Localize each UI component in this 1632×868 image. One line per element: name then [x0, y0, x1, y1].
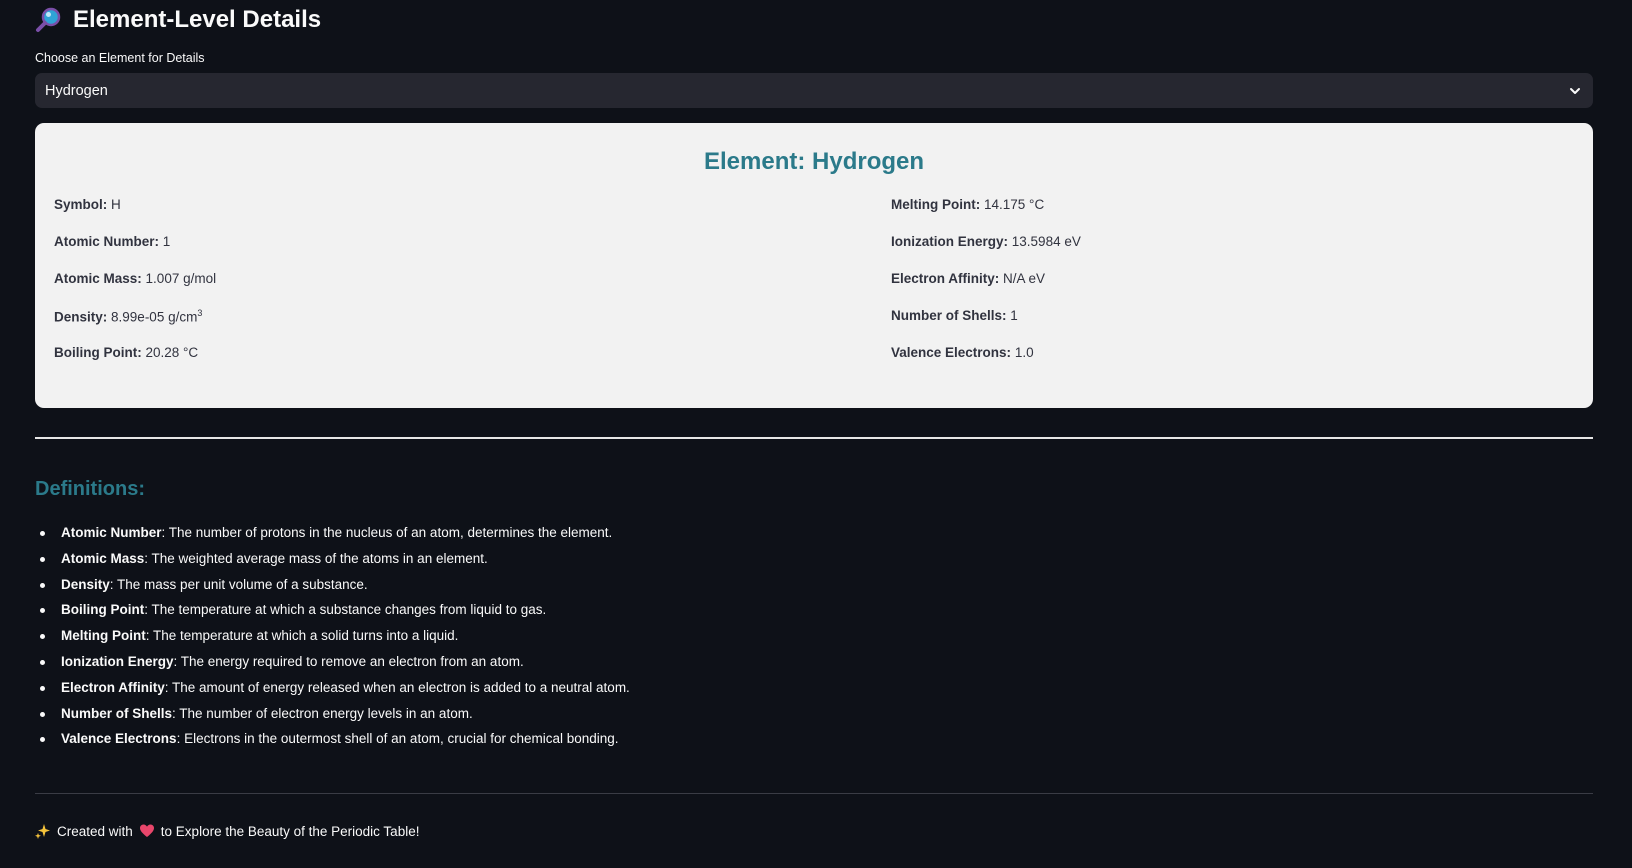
footer-text-before: Created with	[57, 823, 133, 839]
magnifying-glass-icon	[36, 7, 61, 32]
bullet-icon	[40, 531, 45, 536]
definition-text: : The amount of energy released when an …	[164, 679, 630, 695]
prop-key: Ionization Energy:	[891, 234, 1009, 249]
footer: Created with to Explore the Beauty of th…	[35, 823, 419, 839]
list-item: Density: The mass per unit volume of a s…	[35, 572, 630, 598]
bullet-icon	[40, 737, 45, 743]
prop-key: Boiling Point:	[54, 345, 142, 360]
list-item: Melting Point: The temperature at which …	[35, 623, 630, 649]
prop-value: 20.28 °C	[145, 345, 199, 360]
prop-value: 14.175 °C	[984, 197, 1045, 212]
prop-electron-affinity: Electron Affinity: N/A eV	[891, 271, 1045, 286]
section-divider	[35, 437, 1593, 439]
definition-term: Atomic Mass	[61, 550, 145, 566]
prop-key: Valence Electrons:	[891, 345, 1012, 360]
definition-term: Density	[61, 576, 110, 592]
list-item: Number of Shells: The number of electron…	[35, 701, 630, 727]
prop-value: 1.0	[1014, 345, 1034, 360]
prop-value: 13.5984 eV	[1011, 234, 1081, 249]
prop-melting-point: Melting Point: 14.175 °C	[891, 197, 1044, 212]
footer-text-after: to Explore the Beauty of the Periodic Ta…	[160, 823, 420, 839]
definition-text: : Electrons in the outermost shell of an…	[176, 731, 619, 747]
prop-atomic-number: Atomic Number: 1	[54, 234, 170, 249]
definition-term: Boiling Point	[61, 602, 145, 618]
prop-key: Melting Point:	[891, 197, 981, 212]
heart-icon	[139, 824, 154, 837]
prop-value: 1.007 g/mol	[145, 271, 217, 286]
definitions-list: Atomic Number: The number of protons in …	[35, 520, 630, 752]
element-card-title: Element: Hydrogen	[703, 148, 925, 175]
element-details-card: Element: Hydrogen Symbol: H Atomic Numbe…	[35, 123, 1593, 408]
definition-text: : The energy required to remove an elect…	[173, 653, 524, 669]
definition-term: Number of Shells	[61, 705, 173, 721]
prop-key: Atomic Number:	[54, 234, 160, 249]
prop-density: Density: 8.99e-05 g/cm3	[54, 308, 202, 325]
page-header: Element-Level Details	[35, 4, 321, 36]
sparkles-icon	[35, 824, 50, 839]
definition-term: Ionization Energy	[61, 653, 174, 669]
list-item: Valence Electrons: Electrons in the oute…	[35, 726, 630, 752]
prop-value: 8.99e-05 g/cm	[111, 309, 198, 325]
prop-key: Atomic Mass:	[54, 271, 142, 286]
prop-symbol: Symbol: H	[54, 197, 121, 212]
bullet-icon	[40, 608, 45, 614]
prop-key: Number of Shells:	[891, 308, 1007, 323]
footer-divider	[35, 793, 1593, 794]
prop-key: Density:	[54, 309, 108, 325]
prop-key: Symbol:	[54, 197, 108, 212]
definition-text: : The mass per unit volume of a substanc…	[109, 576, 368, 592]
prop-ionization-energy: Ionization Energy: 13.5984 eV	[891, 234, 1081, 249]
element-select-label: Choose an Element for Details	[35, 51, 205, 65]
list-item: Atomic Number: The number of protons in …	[35, 520, 630, 546]
definition-text: : The temperature at which a solid turns…	[145, 628, 459, 644]
definition-term: Atomic Number	[61, 525, 162, 540]
definition-text: : The temperature at which a substance c…	[144, 602, 547, 618]
list-item: Ionization Energy: The energy required t…	[35, 649, 630, 675]
bullet-icon	[40, 659, 45, 665]
prop-value: 1	[162, 234, 171, 249]
prop-atomic-mass: Atomic Mass: 1.007 g/mol	[54, 271, 216, 286]
prop-valence-electrons: Valence Electrons: 1.0	[891, 345, 1034, 360]
prop-value: 1	[1010, 308, 1018, 323]
prop-boiling-point: Boiling Point: 20.28 °C	[54, 345, 198, 360]
definition-text: : The number of protons in the nucleus o…	[161, 525, 613, 540]
definition-text: : The weighted average mass of the atoms…	[144, 550, 488, 566]
prop-key: Electron Affinity:	[891, 271, 1000, 286]
bullet-icon	[40, 685, 45, 691]
list-item: Boiling Point: The temperature at which …	[35, 597, 630, 623]
bullet-icon	[40, 556, 45, 562]
prop-value: H	[111, 197, 121, 212]
bullet-icon	[40, 582, 45, 588]
definition-text: : The number of electron energy levels i…	[172, 705, 473, 721]
list-item: Electron Affinity: The amount of energy …	[35, 675, 630, 701]
prop-number-of-shells: Number of Shells: 1	[891, 308, 1018, 323]
definition-term: Electron Affinity	[61, 679, 165, 695]
page-title: Element-Level Details	[73, 6, 322, 33]
definitions-heading: Definitions:	[35, 478, 145, 500]
list-item: Atomic Mass: The weighted average mass o…	[35, 546, 630, 572]
prop-superscript: 3	[197, 308, 203, 318]
element-select[interactable]: Hydrogen	[35, 73, 1593, 108]
definition-term: Melting Point	[61, 628, 146, 644]
bullet-icon	[40, 711, 45, 717]
element-select-value: Hydrogen	[45, 82, 108, 99]
definition-term: Valence Electrons	[61, 731, 177, 747]
bullet-icon	[40, 634, 45, 640]
prop-value: N/A eV	[1003, 271, 1046, 286]
chevron-down-icon[interactable]	[1567, 83, 1583, 99]
app-page: Element-Level Details Choose an Element …	[0, 0, 1632, 868]
